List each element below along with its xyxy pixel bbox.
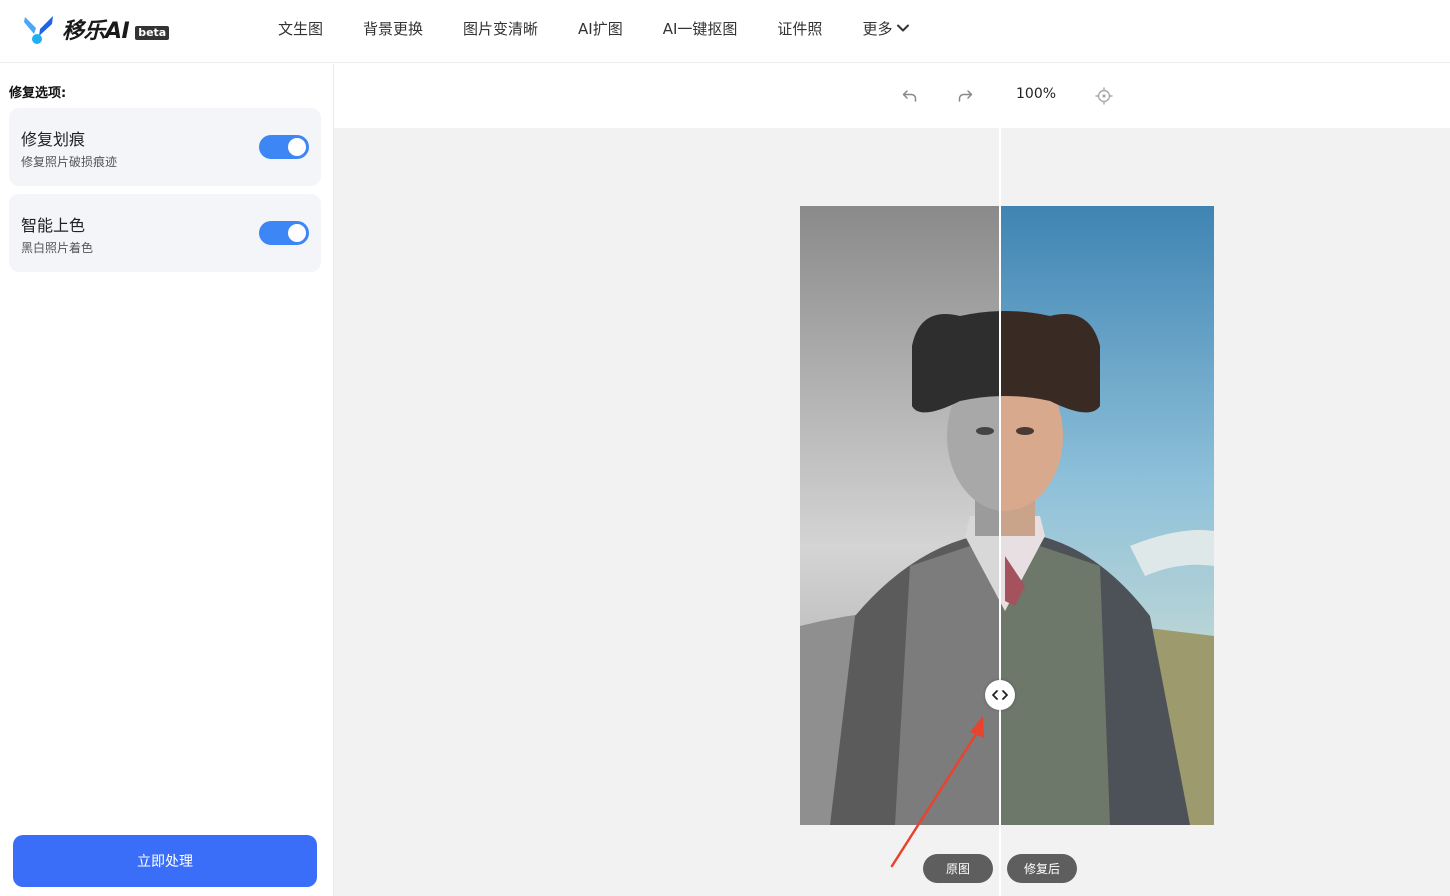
- original-label-pill: 原图: [923, 854, 993, 883]
- top-header: 移乐AI beta 文生图 背景更换 图片变清晰 AI扩图 AI一键抠图 证件照…: [0, 0, 1450, 63]
- undo-icon: [902, 90, 917, 102]
- option-description: 黑白照片着色: [21, 241, 94, 255]
- nav-item-text-to-image[interactable]: 文生图: [278, 18, 323, 39]
- redo-icon: [958, 90, 973, 102]
- undo-button[interactable]: [898, 84, 922, 108]
- process-now-button[interactable]: 立即处理: [13, 835, 317, 887]
- beta-badge: beta: [135, 26, 170, 40]
- restored-label-pill: 修复后: [1007, 854, 1077, 883]
- nav-more-label: 更多: [862, 19, 893, 38]
- nav-item-ai-cutout[interactable]: AI一键抠图: [663, 18, 738, 39]
- canvas-toolbar: 100%: [334, 64, 1450, 128]
- main-nav: 文生图 背景更换 图片变清晰 AI扩图 AI一键抠图 证件照 更多: [258, 0, 930, 56]
- crosshair-icon: [1095, 87, 1113, 105]
- option-card-scratch-repair: 修复划痕 修复照片破损痕迹: [9, 108, 321, 186]
- option-description: 修复照片破损痕迹: [21, 155, 118, 169]
- recenter-button[interactable]: [1092, 84, 1116, 108]
- redo-button[interactable]: [953, 84, 977, 108]
- compare-canvas: 原图 修复后: [334, 128, 1450, 896]
- compare-divider-line[interactable]: [999, 128, 1001, 896]
- option-title: 智能上色: [21, 216, 86, 235]
- chevron-down-icon: [897, 24, 910, 32]
- section-title: 修复选项:: [9, 86, 67, 101]
- nav-item-more[interactable]: 更多: [862, 18, 910, 39]
- zoom-level[interactable]: 100%: [1016, 86, 1056, 102]
- left-right-arrows-icon: [992, 690, 1008, 700]
- nav-item-image-sharpen[interactable]: 图片变清晰: [463, 18, 538, 39]
- toggle-knob: [288, 138, 306, 156]
- options-sidebar: 修复选项: 修复划痕 修复照片破损痕迹 智能上色 黑白照片着色 立即处理: [0, 64, 334, 896]
- comparison-photo: [800, 206, 1214, 825]
- colorize-toggle[interactable]: [259, 221, 309, 245]
- logo-mark-icon: [24, 16, 53, 44]
- toggle-knob: [288, 224, 306, 242]
- app-logo[interactable]: 移乐AI beta: [22, 12, 170, 46]
- option-title: 修复划痕: [21, 130, 86, 149]
- option-card-colorize: 智能上色 黑白照片着色: [9, 194, 321, 272]
- compare-slider-handle[interactable]: [985, 680, 1015, 710]
- nav-item-background-replace[interactable]: 背景更换: [363, 18, 423, 39]
- app-name: 移乐AI: [62, 19, 130, 44]
- nav-item-ai-expand[interactable]: AI扩图: [578, 18, 623, 39]
- scratch-repair-toggle[interactable]: [259, 135, 309, 159]
- nav-item-id-photo[interactable]: 证件照: [777, 18, 822, 39]
